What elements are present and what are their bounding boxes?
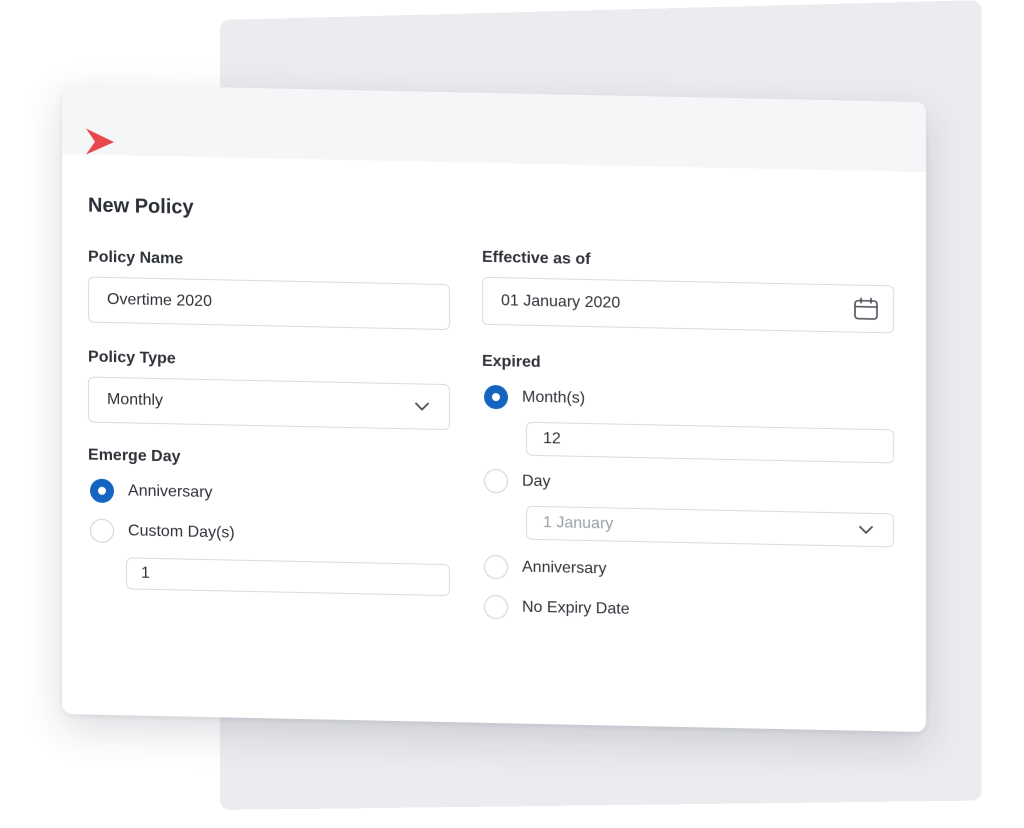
- chevron-down-icon: [409, 394, 435, 419]
- expired-no-expiry-option[interactable]: No Expiry Date: [484, 594, 630, 622]
- radio-unselected-icon[interactable]: [484, 468, 508, 494]
- expired-months-label: Month(s): [522, 388, 586, 407]
- emerge-anniversary-label: Anniversary: [128, 482, 213, 502]
- expired-day-label: Day: [522, 472, 551, 491]
- months-input[interactable]: 12: [526, 421, 894, 464]
- policy-name-label: Policy Name: [88, 248, 184, 268]
- expired-no-expiry-label: No Expiry Date: [522, 598, 630, 618]
- expired-day-option[interactable]: Day: [484, 468, 551, 494]
- radio-unselected-icon[interactable]: [484, 554, 508, 580]
- policy-card: New Policy Policy Name Overtime 2020 Pol…: [62, 84, 926, 733]
- page-title: New Policy: [88, 194, 194, 219]
- months-value: 12: [543, 430, 561, 448]
- expiry-day-select[interactable]: 1 January: [526, 505, 894, 548]
- effective-date-value: 01 January 2020: [501, 292, 621, 312]
- policy-name-value: Overtime 2020: [107, 290, 212, 311]
- policy-name-input[interactable]: Overtime 2020: [88, 276, 450, 331]
- custom-days-value: 1: [141, 564, 150, 582]
- policy-type-value: Monthly: [107, 390, 164, 410]
- emerge-anniversary-option[interactable]: Anniversary: [90, 478, 213, 506]
- effective-date-input[interactable]: 01 January 2020: [482, 276, 894, 334]
- effective-as-of-label: Effective as of: [482, 248, 591, 269]
- expiry-day-value: 1 January: [543, 514, 614, 533]
- brand-logo-icon: [86, 128, 114, 155]
- radio-selected-icon[interactable]: [484, 384, 508, 410]
- emerge-custom-days-label: Custom Day(s): [128, 522, 235, 542]
- expired-months-option[interactable]: Month(s): [484, 384, 586, 411]
- calendar-icon[interactable]: [853, 297, 879, 322]
- radio-selected-icon[interactable]: [90, 478, 114, 504]
- expired-anniversary-label: Anniversary: [522, 558, 607, 578]
- policy-type-select[interactable]: Monthly: [88, 376, 450, 431]
- expired-anniversary-option[interactable]: Anniversary: [484, 554, 607, 582]
- policy-type-label: Policy Type: [88, 348, 176, 368]
- emerge-day-label: Emerge Day: [88, 446, 181, 466]
- emerge-custom-days-option[interactable]: Custom Day(s): [90, 518, 235, 546]
- chevron-down-icon: [853, 518, 879, 543]
- custom-days-input[interactable]: 1: [126, 557, 450, 597]
- expired-label: Expired: [482, 352, 541, 372]
- radio-unselected-icon[interactable]: [90, 518, 114, 544]
- stage: New Policy Policy Name Overtime 2020 Pol…: [0, 0, 1024, 828]
- radio-unselected-icon[interactable]: [484, 594, 508, 620]
